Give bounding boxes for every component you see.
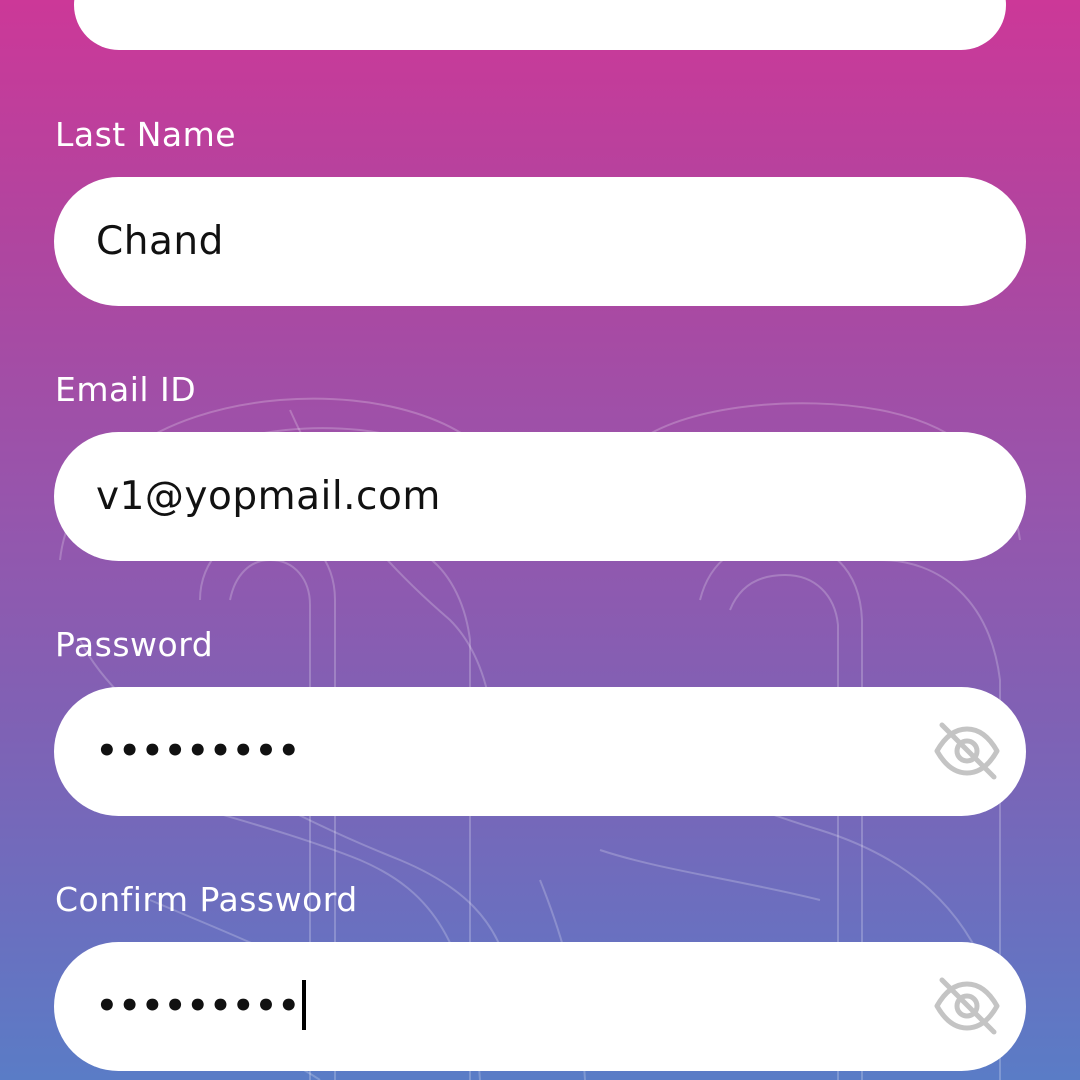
confirm-password-value-wrap: ••••••••• bbox=[96, 942, 306, 1071]
eye-off-icon[interactable] bbox=[934, 721, 1000, 781]
email-value: v1@yopmail.com bbox=[96, 474, 441, 519]
last-name-value: Chand bbox=[96, 219, 224, 264]
password-field[interactable]: ••••••••• bbox=[54, 687, 1026, 816]
confirm-password-field[interactable]: ••••••••• bbox=[54, 942, 1026, 1071]
password-value: ••••••••• bbox=[96, 731, 301, 771]
last-name-label: Last Name bbox=[55, 115, 237, 154]
last-name-field[interactable]: Chand bbox=[54, 177, 1026, 306]
text-caret bbox=[301, 979, 306, 1030]
email-field[interactable]: v1@yopmail.com bbox=[54, 432, 1026, 561]
confirm-password-label: Confirm Password bbox=[55, 880, 358, 919]
email-label: Email ID bbox=[55, 370, 197, 409]
eye-off-icon[interactable] bbox=[934, 976, 1000, 1036]
confirm-password-value: ••••••••• bbox=[96, 986, 301, 1026]
password-label: Password bbox=[55, 625, 214, 664]
first-name-field-partial[interactable] bbox=[74, 0, 1006, 50]
